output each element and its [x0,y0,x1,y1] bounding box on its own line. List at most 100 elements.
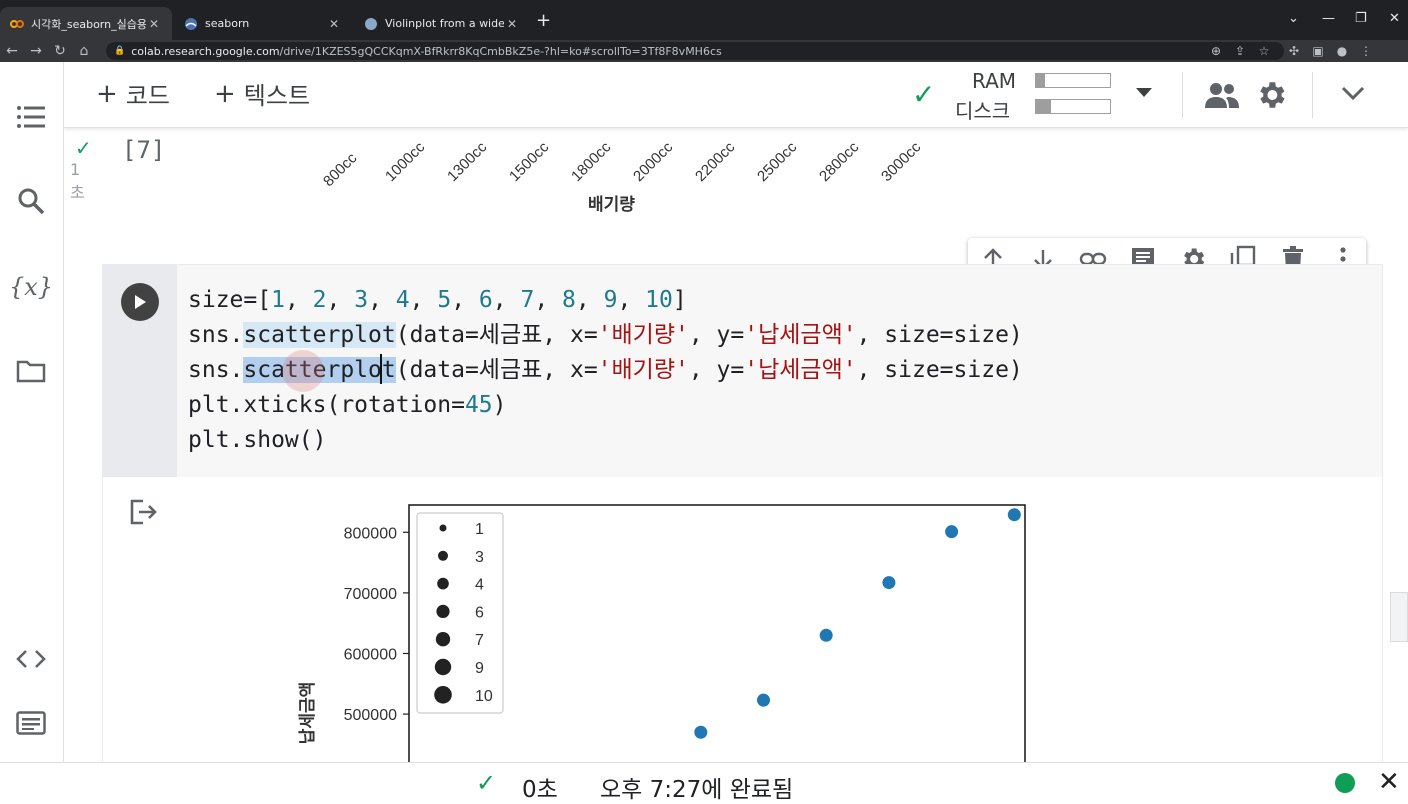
code-line-2: sns.scatterplot(data=세금표, x='배기량', y='납세… [188,322,1023,348]
legend-label: 9 [475,660,484,677]
y-tick-label: 600000 [344,646,397,663]
resources-dropdown-icon[interactable] [1136,88,1152,97]
previous-chart-x-label: 배기량 [588,195,635,215]
reload-icon[interactable]: ↻ [48,43,72,59]
ram-usage-bar[interactable] [1035,73,1111,88]
scatter-plot: 400000500000600000700000800000납세금액134679… [298,504,1026,763]
y-axis-label: 납세금액 [298,682,318,745]
chevron-down-icon[interactable] [1340,84,1366,106]
zoom-icon[interactable]: ⊕ [1204,44,1228,58]
legend-label: 10 [475,688,493,705]
restore-icon[interactable]: ❐ [1355,11,1367,26]
side-panel-icon[interactable]: ▣ [1306,44,1330,58]
y-tick-label: 500000 [344,707,397,724]
code-editor[interactable]: size=[1, 2, 3, 4, 5, 6, 7, 8, 9, 10] sns… [177,265,1382,477]
forward-icon[interactable]: → [24,43,48,59]
text-caret [380,354,382,384]
plus-icon: + [214,78,236,109]
previous-chart-x-tick: 3000cc [878,138,925,186]
previous-chart-x-tick: 2500cc [754,138,801,186]
tab-search-icon[interactable]: ⌄ [1288,11,1299,26]
tab-title: Violinplot from a wide-form dat [385,17,504,30]
add-text-button[interactable]: + 텍스트 [214,76,310,111]
tab-violinplot[interactable]: Violinplot from a wide-form dat ✕ [354,7,530,40]
close-icon[interactable]: ✕ [326,17,342,31]
mouse-cursor-highlight [282,350,324,392]
legend-box [416,512,504,714]
add-text-label: 텍스트 [243,82,311,110]
lock-icon: 🔒 [114,46,126,56]
url-path: /drive/1KZES5gQCCKqmX-BfRkrr8KqCmbBkZ5e-… [279,44,722,58]
legend-marker [437,577,449,590]
extensions-icon[interactable]: ✣ [1282,44,1306,58]
disk-usage-bar[interactable] [1035,99,1111,114]
add-code-label: 코드 [125,82,170,110]
completion-message: 오후 7:27에 완료됨 [600,777,794,803]
scatter-point [694,725,708,739]
plus-icon: + [96,78,118,109]
disk-usage-fill [1036,100,1051,113]
legend-label: 7 [475,632,484,649]
scrollbar-thumb[interactable] [1390,592,1408,642]
share-people-icon[interactable] [1204,80,1240,114]
y-tick-label: 700000 [344,586,397,603]
bookmark-star-icon[interactable]: ☆ [1252,44,1276,58]
tab-colab-notebook[interactable]: 시각화_seaborn_실습용.ipynb - C ✕ [0,7,172,40]
legend-marker [435,632,451,647]
previous-chart-x-tick: 2200cc [692,138,739,186]
share-icon[interactable]: ⇪ [1228,44,1252,58]
code-snippets-icon[interactable] [14,642,48,676]
y-tick-label: 800000 [344,525,397,542]
disk-label: 디스크 [955,99,1011,123]
new-tab-button[interactable]: + [536,12,551,30]
search-icon[interactable] [14,184,48,218]
check-icon: ✓ [476,769,497,797]
previous-chart-x-tick: 1800cc [568,138,615,186]
scatter-point [1007,508,1021,522]
legend-marker [434,686,452,704]
add-code-button[interactable]: + 코드 [96,76,170,111]
legend-label: 6 [475,604,484,621]
scatter-point [819,628,833,642]
url-field[interactable]: 🔒 colab.research.google.com/drive/1KZES5… [106,42,1284,60]
status-bar: ✓ 0초 오후 7:27에 완료됨 ✕ [0,762,1408,803]
legend-marker [434,658,452,676]
scatter-point [882,576,896,590]
home-icon[interactable]: ⌂ [72,43,96,59]
run-cell-button[interactable] [121,283,159,321]
previous-cell-exec-count: [7] [122,136,166,164]
profile-avatar[interactable]: ● [1330,44,1354,58]
legend-marker [436,604,450,618]
legend-marker [438,550,448,561]
previous-chart-x-tick: 2800cc [816,138,863,186]
folder-icon[interactable] [14,354,48,388]
settings-gear-icon[interactable] [1254,78,1288,116]
code-line-5: plt.show() [188,427,327,453]
tab-title: seaborn [205,17,250,30]
ram-usage-fill [1036,74,1045,87]
toolbar-divider [1312,72,1313,118]
cell-gutter [103,265,177,477]
table-of-contents-icon[interactable] [14,100,48,134]
menu-dots-icon[interactable]: ⋮ [1354,44,1378,58]
output-actions-icon[interactable] [129,499,159,529]
back-icon[interactable]: ← [0,43,24,59]
previous-chart-x-tick: 800cc [320,149,361,191]
legend-label: 3 [475,549,484,566]
minimize-icon[interactable]: — [1322,11,1335,26]
previous-chart-x-tick: 1500cc [506,138,553,186]
window-close-icon[interactable]: ✕ [1389,11,1400,26]
close-icon[interactable]: ✕ [146,17,162,31]
tab-seaborn[interactable]: seaborn ✕ [174,7,352,40]
close-icon[interactable]: ✕ [504,17,520,31]
scatter-point [757,693,770,707]
close-status-icon[interactable]: ✕ [1378,767,1400,797]
code-line-1: size=[1, 2, 3, 4, 5, 6, 7, 8, 9, 10] [188,287,687,313]
legend-label: 4 [475,577,484,594]
variables-icon[interactable]: {x} [9,270,53,304]
command-palette-icon[interactable] [14,706,48,740]
cell-output: 400000500000600000700000800000납세금액134679… [103,477,1382,763]
legend-marker [439,524,447,532]
previous-chart-x-tick: 2000cc [630,138,677,186]
ram-label: RAM [972,69,1017,93]
